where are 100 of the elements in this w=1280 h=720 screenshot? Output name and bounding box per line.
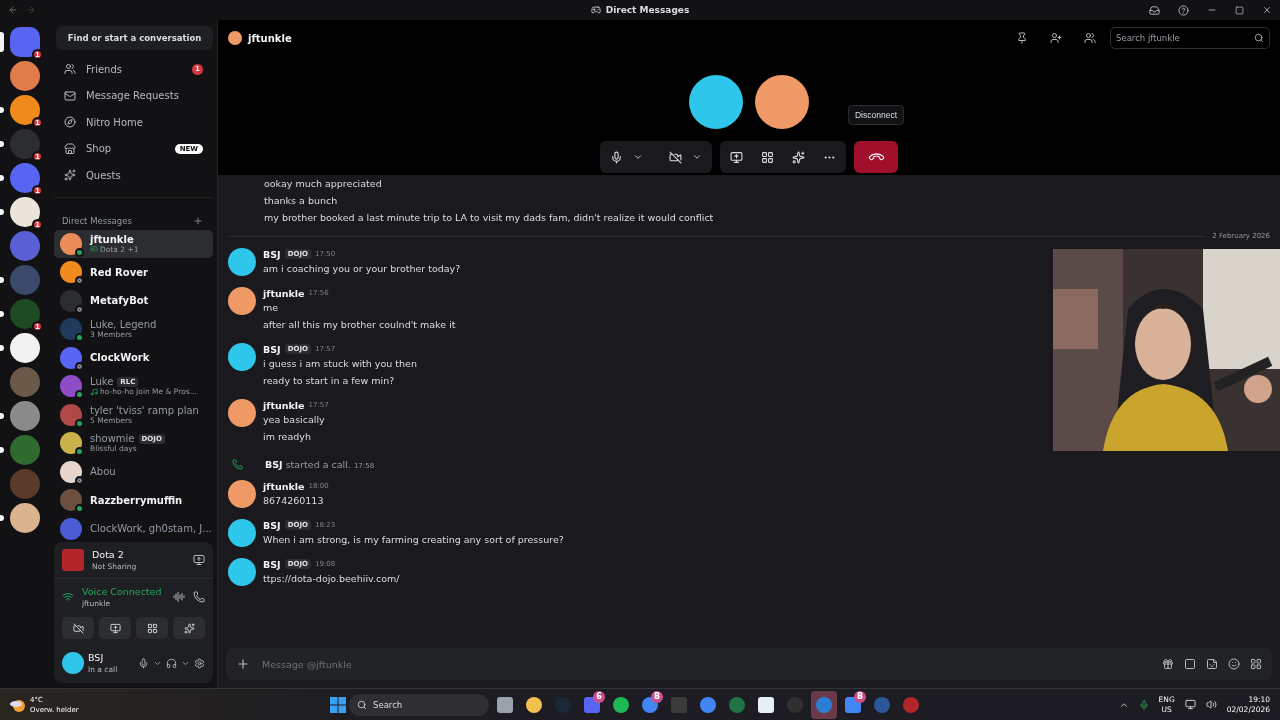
find-conversation-button[interactable]: Find or start a conversation xyxy=(56,26,213,50)
settings-icon[interactable] xyxy=(194,657,205,669)
taskbar-app[interactable]: B xyxy=(840,690,866,719)
author-name: BSJ xyxy=(263,519,281,531)
search-field[interactable]: Search xyxy=(349,693,489,716)
message-text: ready to start in a few min? xyxy=(263,374,396,388)
disconnect-icon[interactable] xyxy=(193,591,205,603)
message-input[interactable]: Message @jftunkle xyxy=(260,657,1152,671)
window-title: Direct Messages xyxy=(605,5,690,15)
avatar xyxy=(228,31,242,45)
share-screen-button[interactable] xyxy=(99,617,131,639)
message-text: me xyxy=(263,301,280,315)
sound-wave-icon[interactable] xyxy=(173,591,185,603)
tooltip: Disconnect xyxy=(847,105,905,125)
grid-icon[interactable] xyxy=(761,150,774,164)
server-icon[interactable] xyxy=(10,333,40,363)
nav-item[interactable]: Quests xyxy=(54,162,213,189)
camera-off-icon xyxy=(72,622,84,634)
close-icon[interactable] xyxy=(1262,5,1272,15)
avatar xyxy=(62,652,84,674)
microphone-icon[interactable] xyxy=(138,657,149,669)
nav-icon xyxy=(64,142,76,155)
camera-off-icon[interactable] xyxy=(669,150,682,164)
game-icon xyxy=(62,549,84,571)
nav-icon xyxy=(64,63,76,76)
search-field[interactable]: Search jftunkle xyxy=(1110,27,1270,49)
avatar xyxy=(755,75,809,129)
sparkle-icon[interactable] xyxy=(792,150,805,164)
message-text: my brother booked a last minute trip to LA to visit my dads fam, didn't realize it would conflict xyxy=(263,211,715,225)
notification-badge: 6 xyxy=(593,690,605,703)
screen-share-icon xyxy=(109,622,121,634)
nav-icon xyxy=(64,89,76,102)
taskbar-app[interactable]: B xyxy=(637,690,663,719)
nav-item[interactable]: Message Requests xyxy=(54,82,213,109)
pin-icon[interactable] xyxy=(1016,32,1028,44)
maximize-icon[interactable] xyxy=(1235,5,1244,15)
message-text: yea basically xyxy=(263,413,326,427)
volume-icon[interactable] xyxy=(1205,699,1217,710)
author-name: jftunkle xyxy=(263,480,305,492)
dm-item[interactable]: Red Rover xyxy=(54,258,213,287)
soundboard-button[interactable] xyxy=(173,617,205,639)
nav-icon xyxy=(64,169,76,182)
weather-icon xyxy=(10,697,26,712)
grid-icon xyxy=(146,622,158,634)
add-friend-icon[interactable] xyxy=(1050,32,1062,44)
server-icon[interactable] xyxy=(10,503,40,533)
gift-icon[interactable] xyxy=(1162,658,1174,670)
chevron-icon[interactable] xyxy=(692,152,702,162)
message-text: im readyh xyxy=(263,430,312,444)
game-title: Dota 2 xyxy=(92,548,125,561)
sticker-icon[interactable] xyxy=(1206,658,1218,670)
dm-item[interactable]: Razzberrymuffin xyxy=(54,486,213,515)
dm-item[interactable]: MetafyBot xyxy=(54,286,213,315)
activity-button[interactable] xyxy=(136,617,168,639)
message-text: am i coaching you or your brother today? xyxy=(263,262,461,276)
inbox-icon[interactable] xyxy=(1149,4,1160,16)
message-text: i guess i am stuck with you then xyxy=(263,357,417,371)
server-icon[interactable] xyxy=(10,61,40,91)
composer-bar[interactable]: Message @jftunkle xyxy=(226,648,1272,680)
username: BSJ xyxy=(88,651,105,664)
message-text: ookay much appreciated xyxy=(263,177,383,191)
dm-item[interactable]: Abou xyxy=(54,457,213,486)
windows-logo-icon[interactable] xyxy=(330,696,346,713)
help-icon[interactable] xyxy=(1178,4,1189,16)
dm-item[interactable]: ClockWork xyxy=(54,343,213,372)
nav-item[interactable]: Nitro Home xyxy=(54,109,213,136)
profile-icon[interactable] xyxy=(1084,32,1096,44)
signal-icon xyxy=(62,591,74,603)
author-name: jftunkle xyxy=(263,287,305,299)
dm-item[interactable]: ClockWork, gh0stam, J... xyxy=(54,514,213,542)
avatar xyxy=(689,75,743,129)
phone-icon xyxy=(232,459,243,470)
message-text: ttps://dota-dojo.beehiiv.com/ xyxy=(263,572,400,586)
voice-status: Voice Connected xyxy=(82,585,163,598)
search-icon xyxy=(1254,33,1264,43)
screen-share-icon[interactable] xyxy=(730,150,743,164)
music-icon xyxy=(90,387,98,396)
emoji-icon[interactable] xyxy=(1228,658,1240,670)
plus-icon[interactable] xyxy=(193,215,203,226)
microphone-icon[interactable] xyxy=(610,150,623,164)
back-icon[interactable] xyxy=(8,5,18,15)
search-icon xyxy=(357,699,367,710)
author-name: BSJ xyxy=(263,343,281,355)
taskbar-app[interactable]: 6 xyxy=(579,690,605,719)
network-icon[interactable] xyxy=(1184,699,1196,710)
author-name: jftunkle xyxy=(263,399,305,411)
author-name: BSJ xyxy=(263,558,281,570)
chevron-icon[interactable] xyxy=(633,152,643,162)
gamepad-icon xyxy=(90,245,98,254)
message-text: after all this my brother coulnd't make it xyxy=(263,318,456,332)
headphones-icon[interactable] xyxy=(166,657,177,669)
apps-icon[interactable] xyxy=(1250,658,1262,670)
section-heading: Direct Messages xyxy=(62,215,132,226)
nav-icon xyxy=(64,116,76,129)
camera-button[interactable] xyxy=(62,617,94,639)
channel-title: jftunkle xyxy=(248,32,293,44)
notification-badge: B xyxy=(651,690,663,703)
author-name: BSJ xyxy=(263,248,281,260)
screen-share-icon[interactable] xyxy=(193,554,205,566)
plus-icon[interactable] xyxy=(236,657,250,671)
